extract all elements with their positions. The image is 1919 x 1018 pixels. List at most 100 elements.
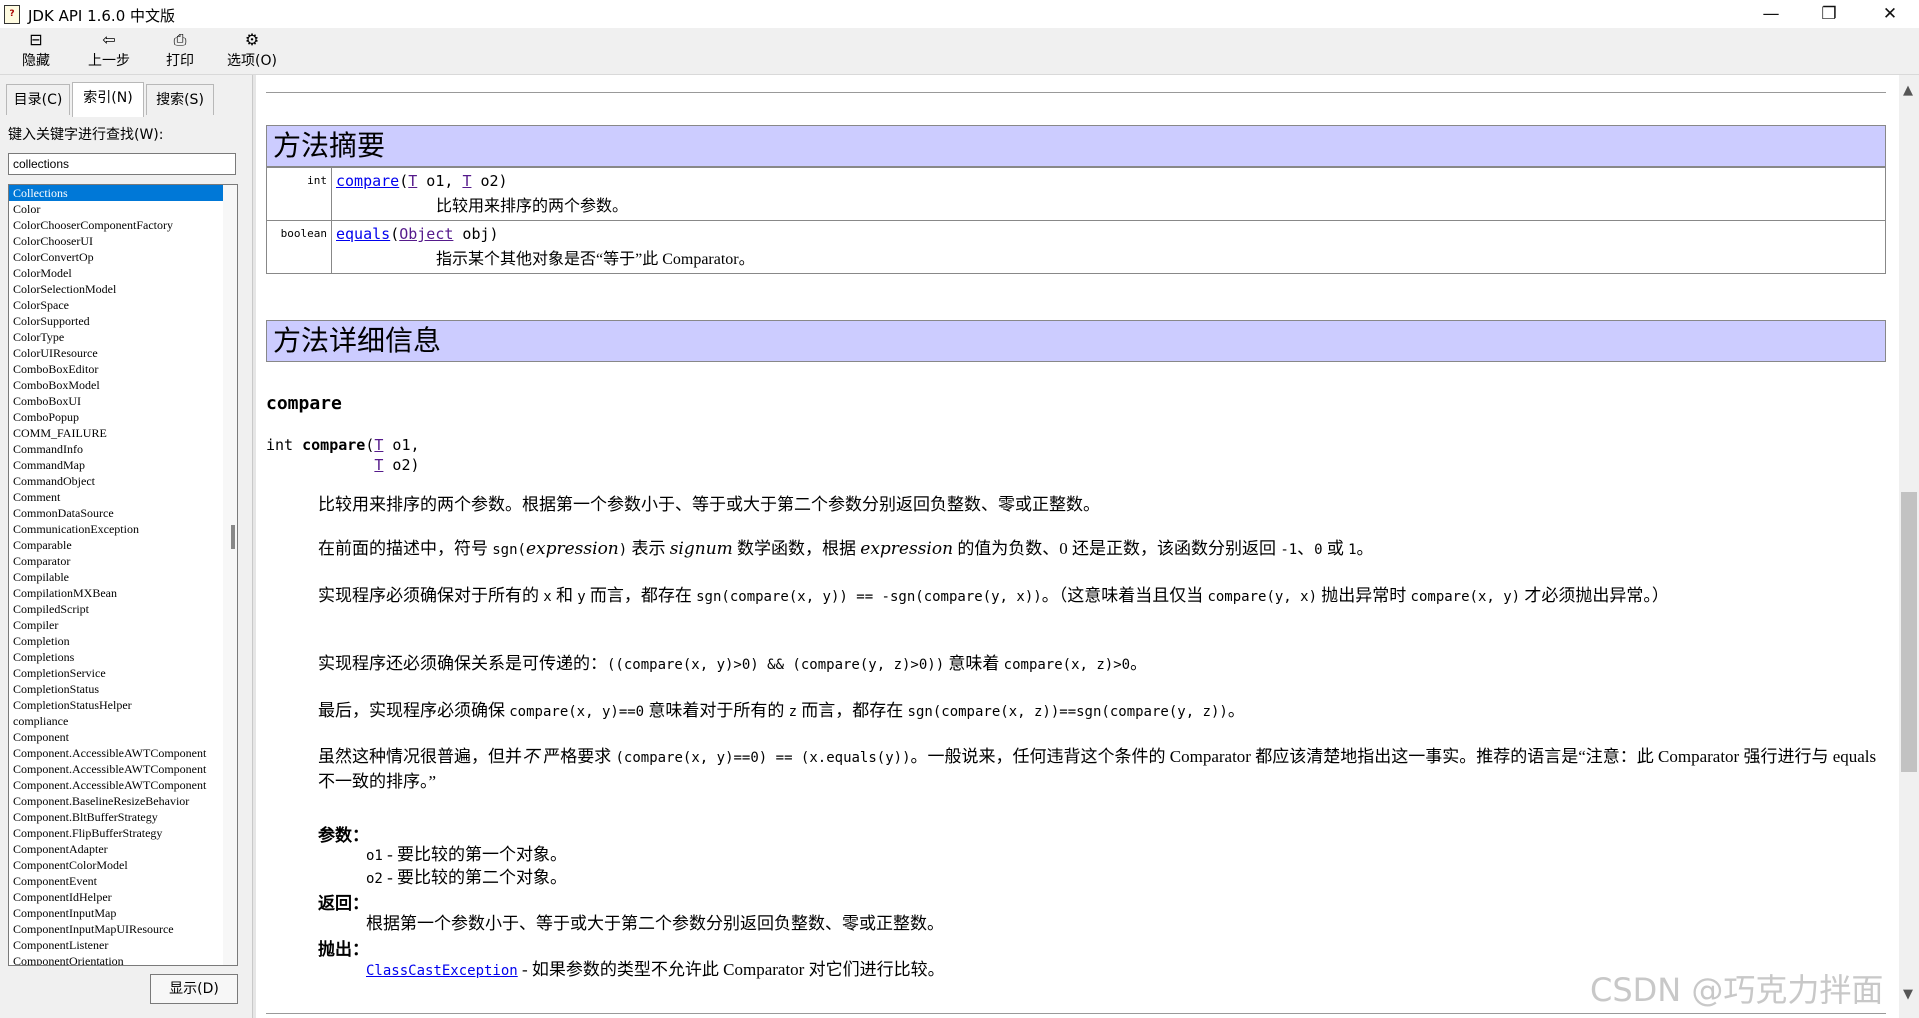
method-signature: compare(T o1, T o2)	[336, 172, 508, 190]
index-list-item[interactable]: COMM_FAILURE	[9, 425, 223, 441]
index-list-item[interactable]: CommandMap	[9, 457, 223, 473]
returns-label: 返回：	[318, 894, 369, 913]
index-list-item[interactable]: ColorModel	[9, 265, 223, 281]
equals-link[interactable]: equals	[336, 225, 390, 243]
index-list-item[interactable]: Comparator	[9, 553, 223, 569]
index-list-item[interactable]: Completions	[9, 649, 223, 665]
index-list-item[interactable]: CommunicationException	[9, 521, 223, 537]
return-type: boolean	[266, 220, 332, 274]
index-list-item[interactable]: ComboBoxEditor	[9, 361, 223, 377]
minimize-button[interactable]: —	[1743, 0, 1799, 28]
separator-line	[266, 92, 1886, 93]
index-list-item[interactable]: ComponentInputMapUIResource	[9, 921, 223, 937]
index-list-item[interactable]: Component.AccessibleAWTComponent	[9, 761, 223, 777]
classcastexception-link[interactable]: ClassCastException	[366, 963, 518, 979]
index-list-item[interactable]: CompletionStatusHelper	[9, 697, 223, 713]
index-list-item[interactable]: Component.FlipBufferStrategy	[9, 825, 223, 841]
index-list-item[interactable]: ColorSpace	[9, 297, 223, 313]
back-arrow-icon: ⇦	[102, 30, 116, 49]
tab-search[interactable]: 搜索(S)	[146, 84, 214, 115]
method-summary-heading: 方法摘要	[266, 125, 1886, 167]
separator-line	[266, 1013, 1886, 1014]
method-summary-table: int compare(T o1, T o2) 比较用来排序的两个参数。 boo…	[266, 167, 1886, 274]
index-list-item[interactable]: ColorConvertOp	[9, 249, 223, 265]
index-list-item[interactable]: CompletionService	[9, 665, 223, 681]
index-list-item[interactable]: CompletionStatus	[9, 681, 223, 697]
tab-index[interactable]: 索引(N)	[72, 82, 144, 117]
index-list-item[interactable]: ColorChooserUI	[9, 233, 223, 249]
index-list-item[interactable]: Component.AccessibleAWTComponent	[9, 745, 223, 761]
index-list-item[interactable]: Color	[9, 201, 223, 217]
index-list-item[interactable]: ComponentInputMap	[9, 905, 223, 921]
scroll-up-icon[interactable]: ▲	[1903, 83, 1913, 98]
options-button[interactable]: ⚙ 选项(O)	[224, 30, 280, 70]
index-list-item[interactable]: ComboBoxModel	[9, 377, 223, 393]
type-param-link[interactable]: T	[408, 172, 417, 190]
index-list-item[interactable]: ComboPopup	[9, 409, 223, 425]
description-paragraph: 实现程序必须确保对于所有的 x 和 y 而言，都存在 sgn(compare(x…	[318, 586, 1669, 605]
index-list-item[interactable]: Component	[9, 729, 223, 745]
back-label: 上一步	[88, 53, 130, 69]
index-list-item[interactable]: Compiler	[9, 617, 223, 633]
index-list-item[interactable]: Comparable	[9, 537, 223, 553]
content-scroll-thumb[interactable]	[1901, 492, 1917, 772]
print-label: 打印	[166, 53, 194, 69]
index-list-item[interactable]: Completion	[9, 633, 223, 649]
index-list-item[interactable]: ComponentOrientation	[9, 953, 223, 965]
throws-item: ClassCastException - 如果参数的类型不允许此 Compara…	[366, 960, 945, 979]
window-title: JDK API 1.6.0 中文版	[28, 7, 176, 25]
index-list-item[interactable]: Component.BaselineResizeBehavior	[9, 793, 223, 809]
index-list-item[interactable]: ColorSelectionModel	[9, 281, 223, 297]
index-list[interactable]: Collections Color ColorChooserComponentFac…	[8, 184, 238, 966]
index-list-item[interactable]: CompilationMXBean	[9, 585, 223, 601]
index-list-item[interactable]: ComponentColorModel	[9, 857, 223, 873]
method-cell: compare(T o1, T o2) 比较用来排序的两个参数。	[331, 167, 1886, 221]
index-list-item[interactable]: compliance	[9, 713, 223, 729]
index-list-item[interactable]: ComboBoxUI	[9, 393, 223, 409]
back-button[interactable]: ⇦ 上一步	[82, 30, 136, 70]
return-type: int	[266, 167, 332, 221]
index-list-item[interactable]: ComponentEvent	[9, 873, 223, 889]
maximize-button[interactable]: ❐	[1801, 0, 1857, 28]
method-description: 比较用来排序的两个参数。	[436, 198, 629, 215]
index-list-item[interactable]: CompiledScript	[9, 601, 223, 617]
options-icon: ⚙	[244, 30, 260, 49]
index-list-item[interactable]: Compilable	[9, 569, 223, 585]
index-list-scrollbar[interactable]	[223, 185, 237, 965]
index-list-item[interactable]: ColorSupported	[9, 313, 223, 329]
index-list-item[interactable]: ColorType	[9, 329, 223, 345]
index-list-item[interactable]: CommandInfo	[9, 441, 223, 457]
throws-label: 抛出：	[318, 940, 369, 959]
tab-contents[interactable]: 目录(C)	[6, 84, 70, 115]
index-list-item[interactable]: CommandObject	[9, 473, 223, 489]
help-document-icon: ?	[4, 5, 20, 24]
scroll-down-icon[interactable]: ▼	[1903, 987, 1913, 1002]
show-button[interactable]: 显示(D)	[150, 974, 238, 1004]
toolbar: ⊟ 隐藏 ⇦ 上一步 ⎙ 打印 ⚙ 选项(O)	[0, 28, 1919, 75]
table-row: boolean equals(Object obj) 指示某个其他对象是否“等于…	[266, 220, 1886, 274]
index-list-item[interactable]: CommonDataSource	[9, 505, 223, 521]
method-cell: equals(Object obj) 指示某个其他对象是否“等于”此 Compa…	[331, 220, 1886, 274]
compare-link[interactable]: compare	[336, 172, 399, 190]
index-list-item[interactable]: ComponentAdapter	[9, 841, 223, 857]
keyword-input[interactable]	[8, 153, 236, 175]
index-list-item[interactable]: ComponentIdHelper	[9, 889, 223, 905]
print-button[interactable]: ⎙ 打印	[162, 30, 198, 70]
index-list-item[interactable]: Comment	[9, 489, 223, 505]
close-button[interactable]: ✕	[1862, 0, 1918, 28]
index-list-scroll-thumb[interactable]	[231, 525, 235, 549]
index-list-item[interactable]: Component.AccessibleAWTComponent	[9, 777, 223, 793]
description-paragraph: 实现程序还必须确保关系是可传递的：((compare(x, y)>0) && (…	[318, 654, 1148, 673]
watermark: CSDN @巧克力拌面	[1590, 971, 1884, 1009]
description-paragraph: 虽然这种情况很普遍，但并不 严格要求 (compare(x, y)==0) ==…	[318, 747, 1877, 791]
hide-label: 隐藏	[22, 53, 50, 69]
hide-button[interactable]: ⊟ 隐藏	[16, 30, 56, 70]
index-list-item[interactable]: ColorChooserComponentFactory	[9, 217, 223, 233]
index-list-item[interactable]: ColorUIResource	[9, 345, 223, 361]
index-list-item[interactable]: ComponentListener	[9, 937, 223, 953]
object-type-link[interactable]: Object	[399, 225, 453, 243]
hide-panel-icon: ⊟	[29, 30, 43, 49]
index-list-item[interactable]: Component.BltBufferStrategy	[9, 809, 223, 825]
description-paragraph: 最后，实现程序必须确保 compare(x, y)==0 意味着对于所有的 z …	[318, 701, 1245, 720]
index-list-item[interactable]: Collections	[9, 185, 223, 201]
